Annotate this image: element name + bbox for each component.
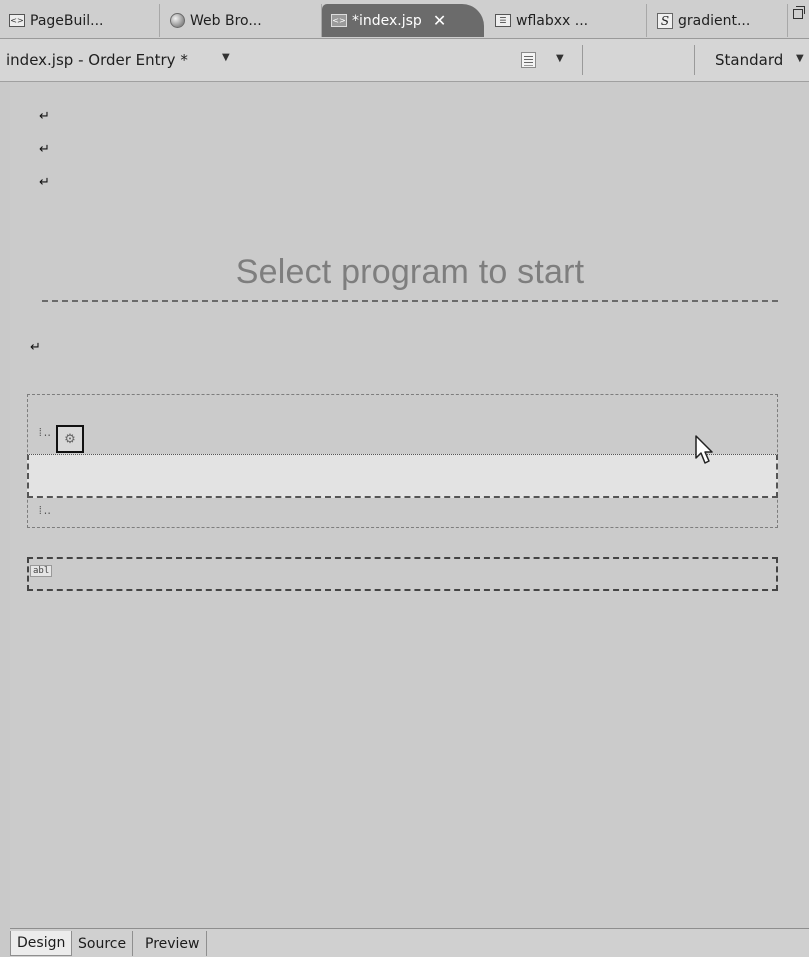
table-icon: ☰ bbox=[495, 14, 511, 27]
globe-icon bbox=[170, 13, 185, 28]
layout-icon[interactable] bbox=[521, 52, 536, 68]
design-canvas[interactable]: ↵ ↵ ↵ Select program to start ↵ ⁞‥ ⚙ ⁞‥ … bbox=[10, 82, 809, 928]
tab-label: gradient... bbox=[678, 12, 751, 29]
paragraph-mark-icon: ↵ bbox=[39, 142, 50, 157]
toolbar-separator bbox=[694, 45, 695, 75]
tab-preview[interactable]: Preview bbox=[139, 931, 207, 956]
tab-label: *index.jsp bbox=[352, 12, 422, 29]
toolbar-separator bbox=[582, 45, 583, 75]
document-title[interactable]: index.jsp - Order Entry * bbox=[6, 51, 188, 69]
paragraph-mark-icon: ↵ bbox=[30, 340, 41, 355]
component-icon[interactable]: ⚙ bbox=[56, 425, 84, 453]
paragraph-mark-icon: ↵ bbox=[39, 175, 50, 190]
editor-tab-strip: <> PageBuil... Web Bro... <> *index.jsp … bbox=[0, 0, 809, 39]
text-field-tag: abl bbox=[30, 565, 53, 577]
tab-pagebuilder[interactable]: <> PageBuil... bbox=[0, 4, 160, 37]
chevron-down-icon[interactable]: ▼ bbox=[222, 52, 230, 63]
heading-divider bbox=[42, 300, 778, 302]
form-start-icon: ⁞‥ bbox=[37, 426, 51, 439]
close-icon[interactable]: ✕ bbox=[433, 11, 446, 30]
mouse-cursor-icon bbox=[695, 435, 713, 464]
chevron-down-icon[interactable]: ▼ bbox=[556, 53, 564, 64]
restore-icon[interactable] bbox=[793, 6, 805, 19]
tab-wflabxx[interactable]: ☰ wflabxx ... bbox=[486, 4, 647, 37]
editor-header: index.jsp - Order Entry * ▼ ▼ Standard ▼ bbox=[0, 39, 809, 82]
tab-label: Web Bro... bbox=[190, 12, 262, 29]
form-end-icon: ⁞‥ bbox=[37, 504, 51, 517]
paragraph-mark-icon: ↵ bbox=[39, 109, 50, 124]
tab-web-browser[interactable]: Web Bro... bbox=[161, 4, 322, 37]
style-icon: S bbox=[657, 12, 673, 29]
tab-label: wflabxx ... bbox=[516, 12, 589, 29]
chevron-down-icon[interactable]: ▼ bbox=[796, 53, 804, 64]
text-field-container[interactable]: abl bbox=[27, 557, 778, 591]
tab-gradient[interactable]: S gradient... bbox=[648, 4, 788, 37]
jsp-file-icon: <> bbox=[331, 14, 347, 27]
page-heading[interactable]: Select program to start bbox=[42, 253, 778, 292]
layout-selector[interactable]: Standard bbox=[715, 51, 783, 69]
tab-design[interactable]: Design bbox=[10, 931, 73, 956]
page-mode-tabs: Design Source Preview bbox=[10, 928, 809, 957]
tab-source[interactable]: Source bbox=[72, 931, 134, 956]
form-row-band[interactable] bbox=[27, 454, 778, 498]
tab-index-jsp[interactable]: <> *index.jsp ✕ bbox=[322, 4, 484, 37]
tab-label: PageBuil... bbox=[30, 12, 104, 29]
jsp-file-icon: <> bbox=[9, 14, 25, 27]
